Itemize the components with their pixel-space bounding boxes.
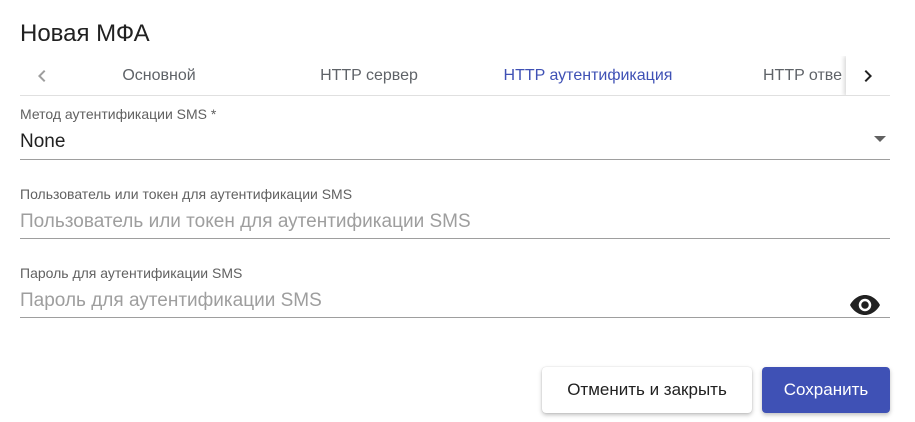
dialog-title: Новая МФА	[20, 20, 150, 47]
sms-auth-user-label: Пользователь или токен для аутентификаци…	[20, 186, 353, 202]
sms-auth-method-label: Метод аутентификации SMS *	[20, 106, 217, 122]
save-button[interactable]: Сохранить	[762, 367, 890, 413]
tab-http-auth[interactable]: HTTP аутентификация	[465, 56, 711, 95]
sms-auth-method-value: None	[20, 131, 66, 152]
tab-http-server[interactable]: HTTP сервер	[274, 56, 464, 95]
cancel-close-button[interactable]: Отменить и закрыть	[542, 367, 752, 413]
tab-main[interactable]: Основной	[64, 56, 254, 95]
tab-scroll-left-button[interactable]	[20, 56, 64, 95]
sms-auth-password-label: Пароль для аутентификации SMS	[20, 265, 243, 281]
arrow-drop-down-icon	[874, 136, 886, 142]
sms-auth-user-field: Пользователь или токен для аутентификаци…	[20, 186, 890, 239]
mfa-dialog: Новая МФА Основной HTTP сервер HTTP ауте…	[0, 0, 915, 422]
chevron-right-icon	[864, 70, 872, 82]
sms-auth-password-input[interactable]	[20, 290, 890, 318]
sms-auth-password-field: Пароль для аутентификации SMS	[20, 265, 890, 318]
eye-icon[interactable]	[850, 295, 880, 315]
tab-bar: Основной HTTP сервер HTTP аутентификация…	[20, 56, 890, 96]
tab-scroll-right-button[interactable]	[846, 56, 890, 95]
sms-auth-method-select[interactable]: None	[20, 130, 890, 160]
sms-auth-user-input[interactable]	[20, 211, 890, 239]
sms-auth-method-field: Метод аутентификации SMS * None	[20, 106, 890, 160]
chevron-left-icon	[38, 70, 46, 82]
